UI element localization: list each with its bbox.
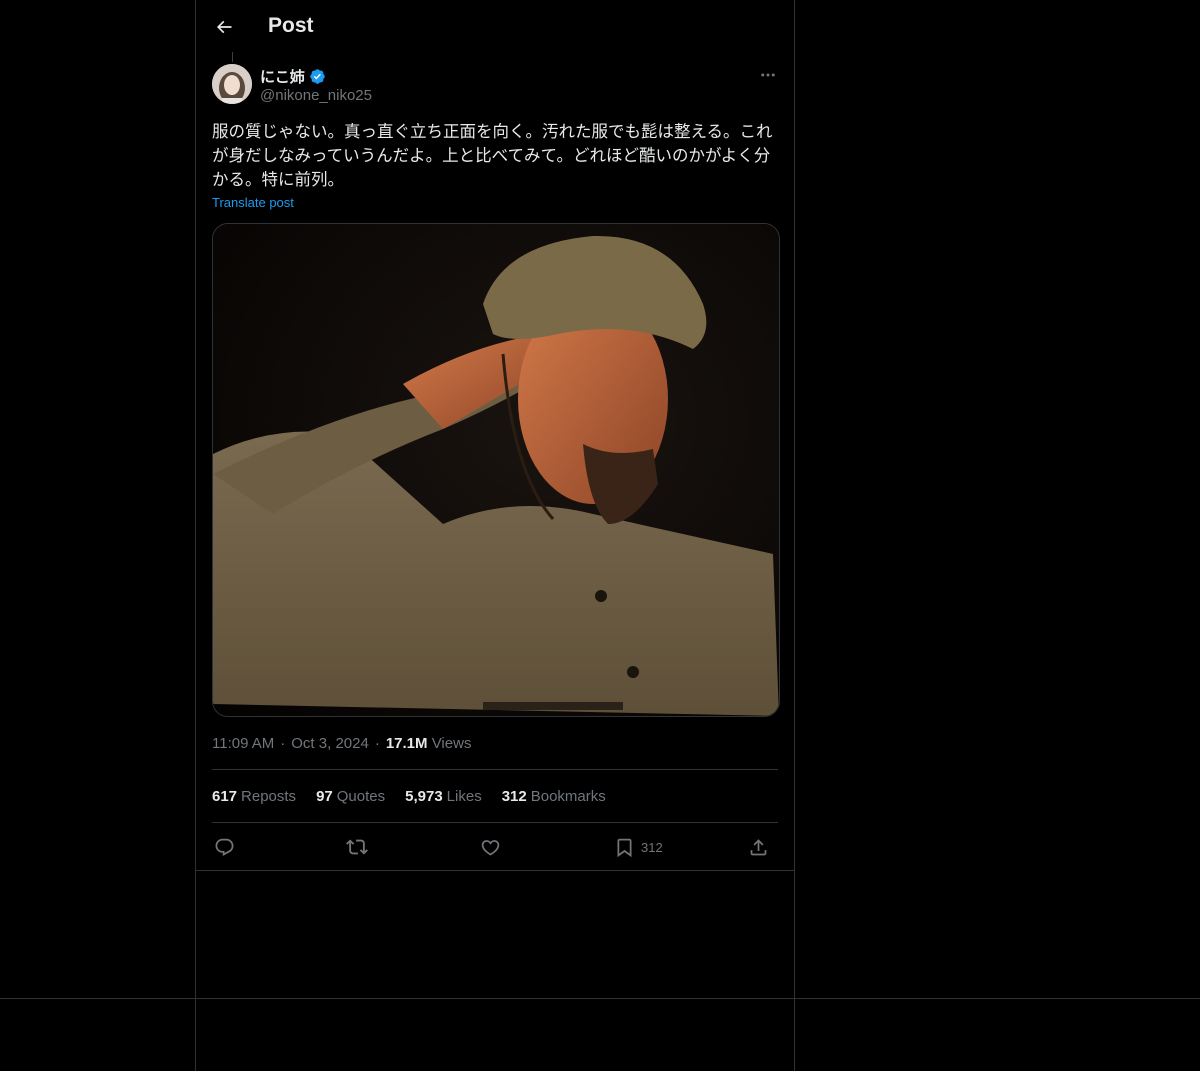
reply-icon xyxy=(215,838,234,856)
heart-icon xyxy=(481,839,500,856)
divider xyxy=(212,822,778,823)
share-button[interactable] xyxy=(748,834,769,860)
verified-badge-icon xyxy=(309,69,325,84)
bookmark-icon xyxy=(617,838,632,857)
post-time[interactable]: 11:09 AM xyxy=(212,735,274,752)
page-header: Post xyxy=(196,0,794,54)
back-button[interactable] xyxy=(208,11,240,43)
soldier-salute-image xyxy=(213,224,779,716)
post-bottom-border xyxy=(196,870,794,871)
post-image[interactable] xyxy=(212,223,780,717)
author-name-row: にこ姉 xyxy=(260,66,326,87)
page-title: Post xyxy=(268,14,314,37)
repost-button[interactable] xyxy=(346,834,368,860)
post-meta: 11:09 AM · Oct 3, 2024 · 17.1M Views xyxy=(212,735,471,752)
action-bar: 312 xyxy=(212,832,778,862)
thread-connector xyxy=(232,52,233,62)
stat-likes[interactable]: 5,973 Likes xyxy=(405,788,482,805)
divider xyxy=(212,769,778,770)
repost-icon xyxy=(346,839,368,855)
meta-separator: · xyxy=(374,735,380,752)
share-icon xyxy=(750,838,767,855)
stat-reposts[interactable]: 617 Reposts xyxy=(212,788,296,805)
reply-button[interactable] xyxy=(214,834,235,860)
views-count: 17.1M xyxy=(385,735,428,752)
arrow-left-icon xyxy=(216,20,232,34)
avatar[interactable] xyxy=(212,64,252,104)
horizontal-divider xyxy=(0,998,1200,999)
more-options-button[interactable] xyxy=(754,64,782,86)
post-date[interactable]: Oct 3, 2024 xyxy=(291,735,369,752)
engagement-stats: 617 Reposts 97 Quotes 5,973 Likes 312 Bo… xyxy=(212,788,606,805)
author-handle[interactable]: @nikone_niko25 xyxy=(260,87,372,104)
views-label: Views xyxy=(431,735,472,752)
post-text: 服の質じゃない。真っ直ぐ立ち正面を向く。汚れた服でも髭は整える。これが身だしなみ… xyxy=(212,122,773,189)
meta-separator: · xyxy=(280,735,286,752)
bookmark-count: 312 xyxy=(641,839,663,855)
stat-bookmarks[interactable]: 312 Bookmarks xyxy=(502,788,606,805)
translate-post-link[interactable]: Translate post xyxy=(212,195,294,210)
more-dots-icon xyxy=(761,73,775,77)
stat-quotes[interactable]: 97 Quotes xyxy=(316,788,385,805)
main-column: Post にこ姉 @nikone_niko25 服の質じゃない。真っ直ぐ立ち正面… xyxy=(195,0,795,1071)
bookmark-button[interactable]: 312 xyxy=(614,834,663,860)
author-display-name[interactable]: にこ姉 xyxy=(260,66,305,87)
like-button[interactable] xyxy=(480,834,501,860)
